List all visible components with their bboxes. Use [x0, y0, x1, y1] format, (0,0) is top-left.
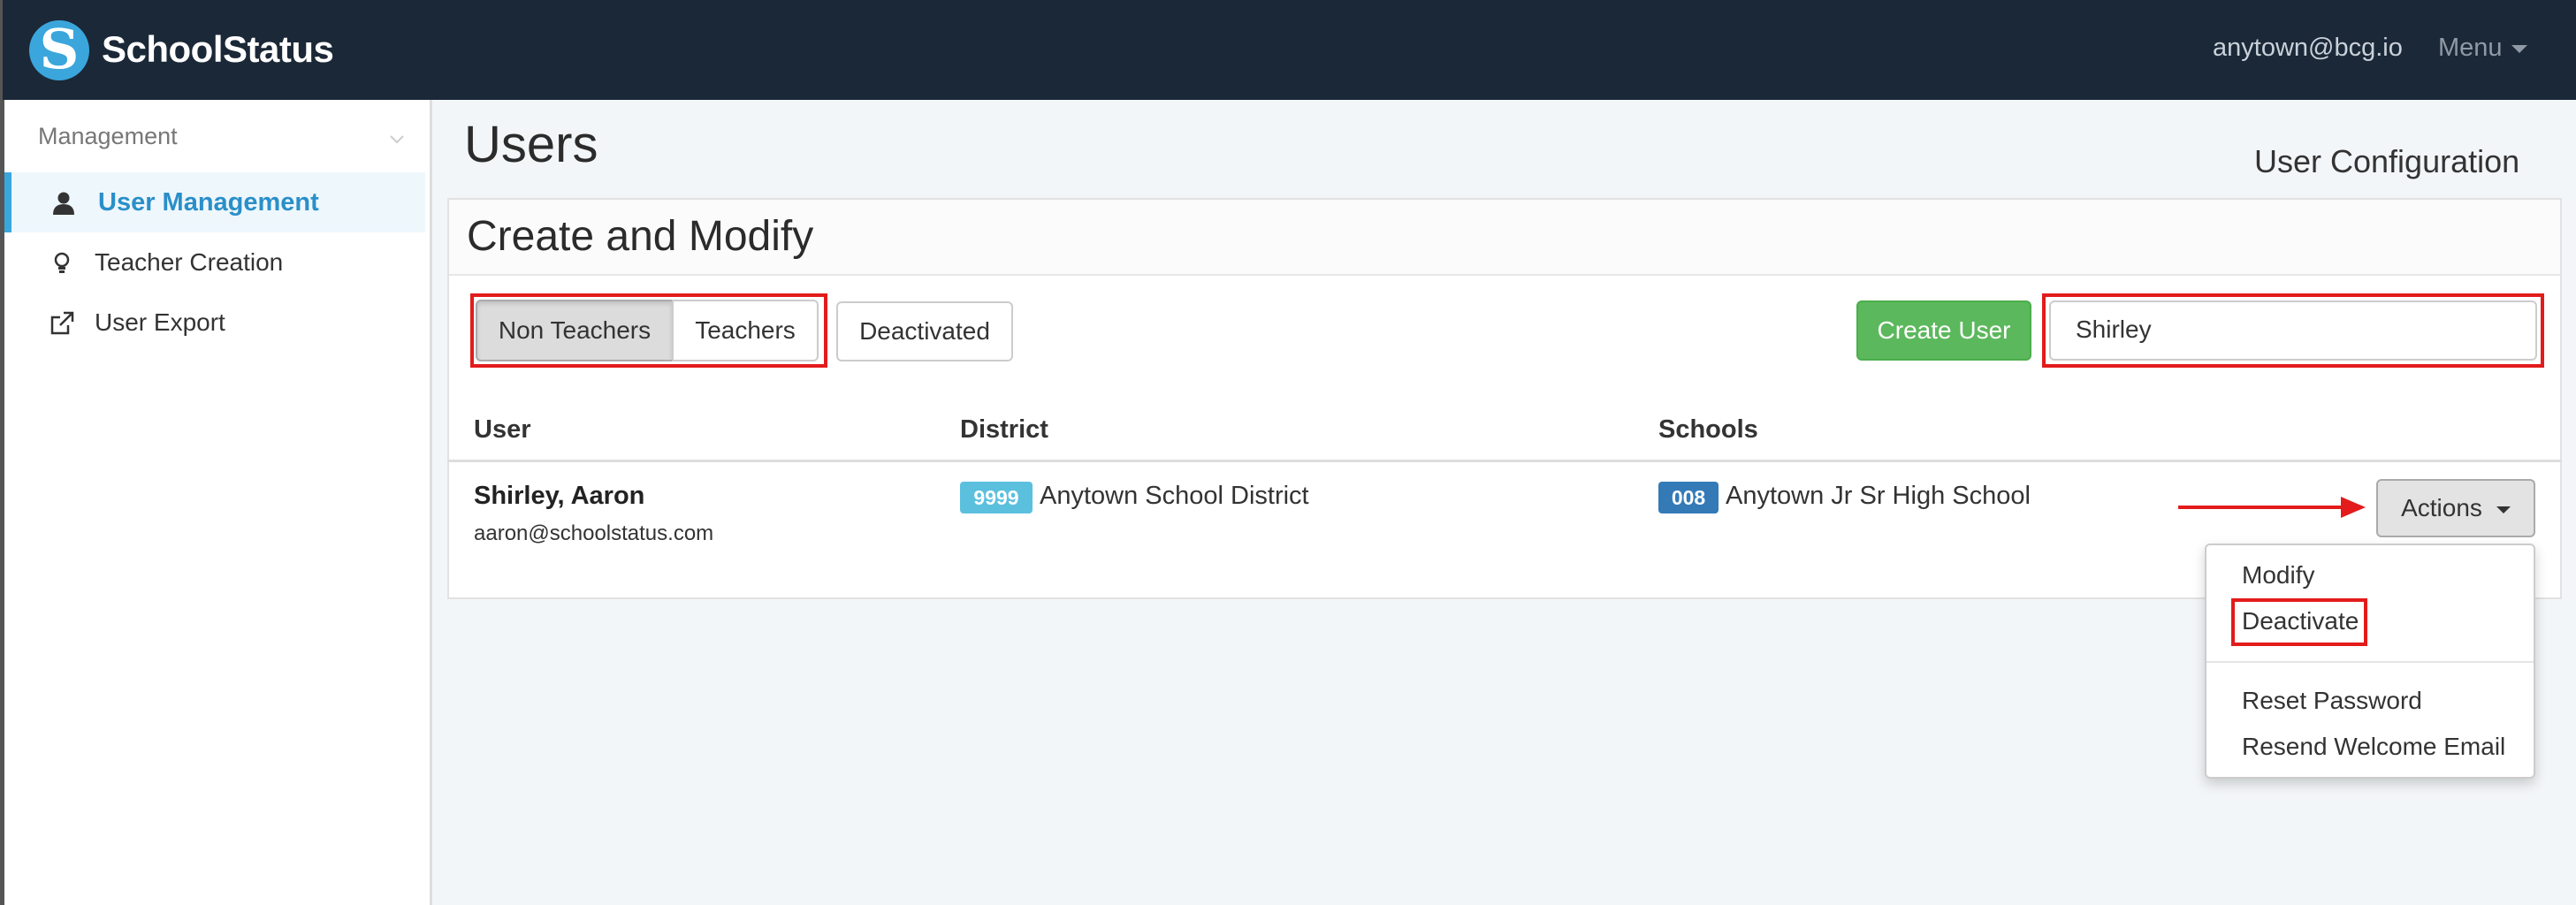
sidebar-item-user-management[interactable]: User Management	[4, 172, 425, 232]
district-name: Anytown School District	[1040, 482, 1309, 510]
school-code-badge: 008	[1658, 482, 1719, 513]
chevron-down-icon	[2511, 44, 2527, 53]
user-email-link[interactable]: anytown@bcg.io	[2213, 34, 2403, 63]
sidebar-section-management[interactable]: Management	[38, 123, 178, 150]
lightbulb-icon	[54, 252, 70, 273]
school-name: Anytown Jr Sr High School	[1726, 482, 2031, 510]
non-teachers-button[interactable]: Non Teachers	[476, 300, 674, 361]
sidebar-item-label: User Management	[98, 188, 319, 217]
deactivated-button[interactable]: Deactivated	[836, 301, 1013, 361]
top-navbar: S SchoolStatus anytown@bcg.io Menu	[0, 0, 2576, 100]
menu-item-reset-password[interactable]: Reset Password	[2242, 687, 2422, 715]
column-header-user: User	[474, 415, 531, 444]
external-link-icon	[50, 311, 74, 335]
menu-item-deactivate[interactable]: Deactivate	[2242, 607, 2359, 635]
menu-dropdown[interactable]: Menu	[2438, 34, 2527, 63]
search-input[interactable]: Shirley	[2049, 300, 2537, 361]
brand-name[interactable]: SchoolStatus	[102, 28, 334, 71]
menu-label: Menu	[2438, 34, 2503, 62]
menu-item-resend-welcome-email[interactable]: Resend Welcome Email	[2242, 733, 2505, 761]
column-header-schools: Schools	[1658, 415, 1758, 444]
panel-header: Create and Modify	[449, 200, 2560, 276]
logo-letter: S	[39, 17, 80, 81]
panel-title: Create and Modify	[467, 213, 814, 260]
chevron-down-icon	[390, 135, 404, 144]
user-name: Shirley, Aaron	[474, 482, 645, 510]
create-user-button[interactable]: Create User	[1856, 300, 2031, 361]
sidebar-item-user-export[interactable]: User Export	[4, 293, 425, 353]
teachers-button[interactable]: Teachers	[672, 300, 819, 361]
table-header-divider	[447, 460, 2562, 462]
menu-item-modify[interactable]: Modify	[2242, 561, 2314, 589]
create-modify-panel: Create and Modify	[447, 198, 2562, 599]
page-title: Users	[464, 116, 598, 173]
arrow-annotation-icon	[2178, 497, 2366, 518]
menu-divider	[2206, 661, 2534, 663]
user-icon	[53, 192, 74, 215]
sidebar-item-teacher-creation[interactable]: Teacher Creation	[4, 232, 425, 293]
district-code-badge: 9999	[960, 482, 1033, 513]
page-subtitle: User Configuration	[2254, 143, 2520, 179]
actions-menu: Modify Deactivate Reset Password Resend …	[2205, 544, 2535, 779]
actions-label: Actions	[2401, 494, 2482, 521]
sidebar-item-label: User Export	[95, 308, 225, 336]
sidebar: Management User Management Teacher Creat…	[0, 100, 432, 905]
actions-dropdown-button[interactable]: Actions	[2376, 479, 2535, 537]
column-header-district: District	[960, 415, 1048, 444]
user-email: aaron@schoolstatus.com	[474, 521, 714, 545]
sidebar-item-label: Teacher Creation	[95, 248, 284, 276]
caret-down-icon	[2496, 506, 2511, 513]
